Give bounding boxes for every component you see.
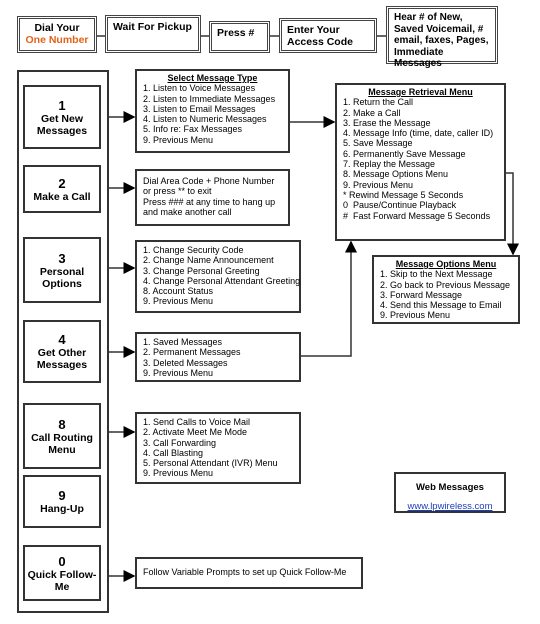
menu-item: 7. Replay the Message [343,159,436,170]
menu-item: 1. Listen to Voice Messages [143,83,256,94]
key-number: 2 [58,175,66,191]
menu-item: or press ** to exit [143,186,212,197]
select-title: Select Message Type [167,73,258,83]
personal-options-box: 1. Change Security Code 2. Change Name An… [135,240,301,313]
step-access: Enter Your Access Code [279,18,377,53]
web-link[interactable]: www.lpwireless.com [408,501,493,512]
key-number: 9 [58,488,66,503]
key-label: Make a Call [33,190,91,203]
options-menu-box: Message Options Menu 1. Skip to the Next … [372,255,520,324]
menu-item: * Rewind Message 5 Seconds [343,189,464,200]
key-number: 4 [58,332,66,347]
menu-item: 1. Skip to the Next Message [380,269,493,280]
step-dial-number: One Number [25,34,89,46]
menu-item: 6. Permanently Save Message [343,148,466,159]
menu-item: 3. Call Forwarding [143,437,217,448]
menu-item: 3. Forward Message [380,289,463,300]
menu-item: 9. Previous Menu [143,367,214,378]
key-number: 8 [58,416,66,432]
key-label: Personal Options [39,265,85,290]
select-message-type-box: Select Message Type 1. Listen to Voice Me… [135,69,290,153]
menu-item: 1. Saved Messages [143,337,223,347]
key-number: 3 [58,250,66,266]
key-option-2: 2 Make a Call [23,165,101,213]
menu-item: 2. Go back to Previous Message [380,279,511,290]
key-option-3: 3 Personal Options [23,237,101,303]
key-option-0: 0 Quick Follow-Me [23,545,101,601]
menu-item: 3. Change Personal Greeting [143,265,260,276]
menu-item: 0 Pause/Continue Playback [343,200,457,211]
key-label: Quick Follow-Me [27,568,97,593]
menu-item: 2. Make a Call [343,107,401,118]
menu-item: 9. Previous Menu [143,134,214,145]
menu-item: 1. Change Security Code [143,245,244,255]
web-messages-box: Web Messages www.lpwireless.com [394,472,506,513]
menu-item: 4. Listen to Numeric Messages [143,114,267,125]
menu-item: 1. Return the Call [343,97,414,108]
step-press: Press # [209,21,270,53]
other-messages-box: 1. Saved Messages 2. Permanent Messages 3.… [135,332,301,382]
menu-item: 5. Save Message [343,138,413,149]
step-wait: Wait For Pickup [105,15,201,53]
menu-item: 9. Previous Menu [380,310,451,321]
menu-item: 2. Permanent Messages [143,347,241,358]
key-label: Call Routing Menu [31,431,93,456]
menu-item: 8. Message Options Menu [343,169,449,180]
retrieval-title: Message Retrieval Menu [368,87,473,97]
menu-item: 9. Previous Menu [143,468,214,479]
key-label: Get Other Messages [36,347,88,371]
step-dial-line1: Dial Your [34,22,80,34]
menu-item: 3. Erase the Message [343,117,431,128]
menu-item: 3. Listen to Email Messages [143,103,256,114]
menu-item: 4. Change Personal Attendant Greeting [143,275,301,286]
menu-item: Dial Area Code + Phone Number [143,176,275,186]
key-number: 0 [58,553,66,569]
menu-item: 1. Send Calls to Voice Mail [143,417,251,427]
make-call-box: Dial Area Code + Phone Number or press **… [135,169,290,226]
menu-item: 8. Account Status [143,286,214,297]
retrieval-menu-box: Message Retrieval Menu 1. Return the Call… [335,83,506,241]
options-title: Message Options Menu [395,259,497,269]
menu-item: 4. Message Info (time, date, caller ID) [343,128,494,139]
key-option-1: 1 Get New Messages [23,85,101,149]
web-title: Web Messages [416,482,484,493]
menu-item: Press ### at any time to hang up [143,196,276,207]
key-option-4: 4 Get Other Messages [23,320,101,383]
step-hear: Hear # of New, Saved Voicemail, # email,… [386,6,498,69]
menu-item: 2. Change Name Announcement [143,255,274,266]
menu-item: and make another call [143,206,232,217]
key-label: Get New Messages [36,112,88,137]
menu-item: 2. Listen to Immediate Messages [143,93,276,104]
menu-item: # Fast Forward Message 5 Seconds [343,210,491,221]
key-option-9: 9 Hang-Up [23,475,101,528]
menu-item: 4. Send this Message to Email [380,300,502,311]
call-routing-box: 1. Send Calls to Voice Mail 2. Activate M… [135,412,301,484]
menu-item: 4. Call Blasting [143,447,204,458]
menu-item: 2. Activate Meet Me Mode [143,427,248,438]
menu-item: 3. Deleted Messages [143,357,228,368]
menu-item: 9. Previous Menu [143,296,214,307]
step-dial: Dial Your One Number [17,16,97,53]
key-option-8: 8 Call Routing Menu [23,403,101,469]
menu-item: 9. Previous Menu [343,179,414,190]
key-number: 1 [58,97,66,113]
quick-follow-box: Follow Variable Prompts to set up Quick … [135,557,363,589]
key-label: Hang-Up [40,503,84,515]
menu-item: 5. Info re: Fax Messages [143,124,243,135]
menu-item: 5. Personal Attendant (IVR) Menu [143,458,278,469]
